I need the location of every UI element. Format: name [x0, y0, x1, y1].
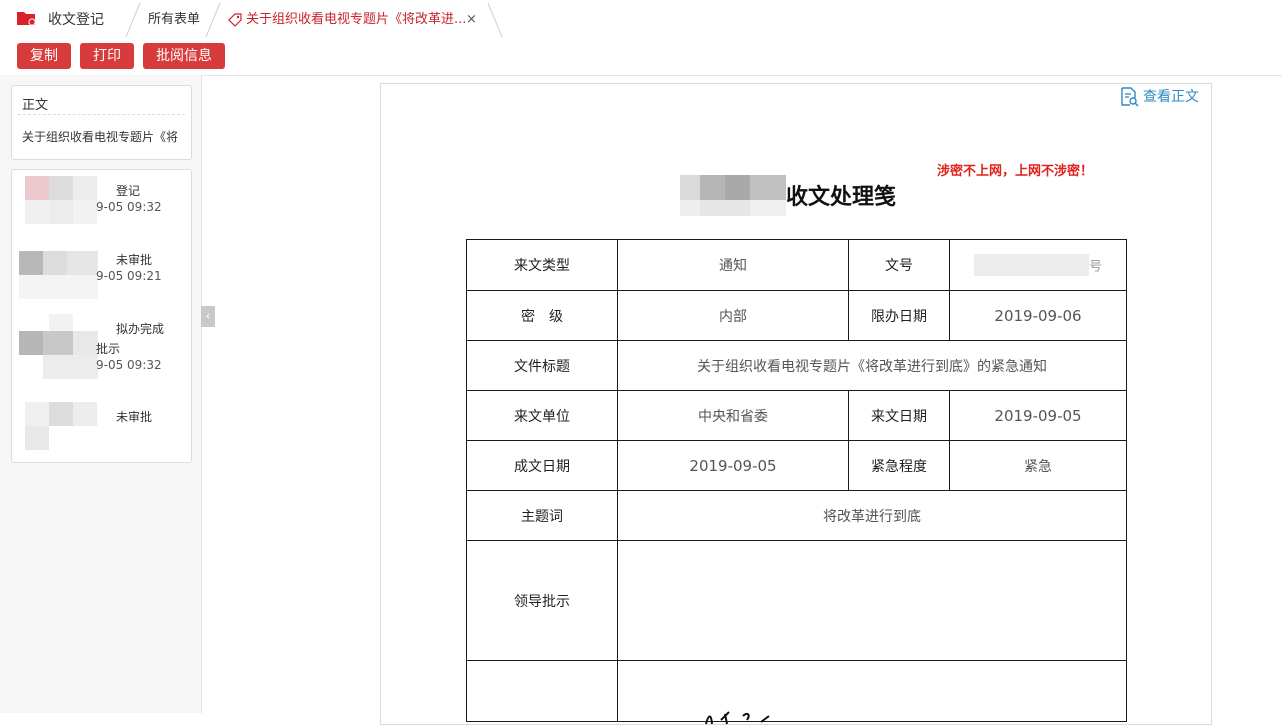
app-tab[interactable]: 收文登记 — [0, 0, 132, 37]
field-value: 关于组织收看电视专题片《将改革进行到底》的紧急通知 — [617, 340, 1127, 391]
divider — [18, 114, 185, 115]
document-number-value: 号 — [949, 239, 1127, 291]
document-page: 查看正文 涉密不上网，上网不涉密！ 收文处理笺 来文类型 通知 文号 号 密 级… — [380, 83, 1212, 725]
workflow-time: 9-05 09:21 — [96, 269, 162, 283]
table-row: 密 级 内部 限办日期 2019-09-06 — [466, 290, 1127, 341]
field-label: 来文类型 — [466, 239, 618, 291]
workflow-status: 拟办完成 — [116, 322, 165, 336]
handwritten-signature — [705, 711, 770, 725]
workflow-time: 9-05 09:32 — [96, 358, 162, 372]
field-value: 将改革进行到底 — [617, 490, 1127, 541]
tab-all-forms[interactable]: 所有表单 — [148, 4, 200, 36]
field-label: 来文日期 — [848, 390, 950, 441]
view-body-link[interactable]: 查看正文 — [1119, 86, 1199, 107]
field-value: 通知 — [617, 239, 849, 291]
close-tab-icon[interactable]: × — [466, 4, 477, 36]
field-label: 领导批示 — [466, 540, 618, 661]
folder-icon — [17, 12, 36, 26]
avatar — [19, 176, 98, 224]
workflow-status: 未审批 — [116, 253, 153, 267]
field-value: 中央和省委 — [617, 390, 849, 441]
tab-separator — [487, 2, 503, 37]
body-card: 正文 关于组织收看电视专题片《将 — [11, 85, 192, 160]
table-row: 成文日期 2019-09-05 紧急程度 紧急 — [466, 440, 1127, 491]
workflow-card: 登记 9-05 09:32 未审批 9-05 09:21 拟办完成 批示 9-0… — [11, 169, 192, 463]
document-number-suffix: 号 — [1088, 259, 1102, 275]
tab-current-document-label: 关于组织收看电视专题片《将改革进... — [246, 12, 467, 27]
table-row: 来文类型 通知 文号 号 — [466, 239, 1127, 291]
field-label: 文号 — [848, 239, 950, 291]
field-label: 密 级 — [466, 290, 618, 341]
workflow-item[interactable]: 未审批 9-05 09:21 — [12, 239, 191, 309]
left-panel: 正文 关于组织收看电视专题片《将 登记 9-05 09:32 未审批 9-05 … — [0, 75, 202, 713]
table-row: 主题词 将改革进行到底 — [466, 490, 1127, 541]
field-label — [466, 660, 618, 722]
workflow-time: 9-05 09:32 — [96, 200, 162, 214]
field-label: 主题词 — [466, 490, 618, 541]
tab-bar: 收文登记 所有表单 关于组织收看电视专题片《将改革进... × — [0, 0, 1282, 38]
field-label: 来文单位 — [466, 390, 618, 441]
field-value: 2019-09-05 — [617, 440, 849, 491]
organization-name-redacted — [680, 175, 786, 216]
redacted-block — [973, 254, 1089, 276]
body-card-heading: 正文 — [22, 98, 49, 113]
workflow-item[interactable]: 拟办完成 批示 9-05 09:32 — [12, 308, 191, 388]
workflow-status: 未审批 — [116, 410, 153, 424]
field-value: 紧急 — [949, 440, 1127, 491]
copy-button[interactable]: 复制 — [17, 43, 71, 69]
field-label: 紧急程度 — [848, 440, 950, 491]
field-value — [617, 660, 1127, 722]
app-title: 收文登记 — [48, 12, 104, 28]
workflow-item[interactable]: 登记 9-05 09:32 — [12, 170, 191, 240]
field-label: 成文日期 — [466, 440, 618, 491]
processing-form-table: 来文类型 通知 文号 号 密 级 内部 限办日期 2019-09-06 文件标题… — [466, 239, 1127, 722]
tag-icon — [228, 12, 242, 27]
field-label: 限办日期 — [848, 290, 950, 341]
workflow-item[interactable]: 未审批 — [12, 396, 191, 466]
view-body-label: 查看正文 — [1143, 89, 1199, 105]
tab-separator — [205, 2, 221, 37]
document-search-icon — [1121, 87, 1139, 107]
leader-instruction-field[interactable] — [617, 540, 1127, 661]
tab-separator — [125, 2, 141, 37]
document-link[interactable]: 关于组织收看电视专题片《将 — [22, 128, 182, 145]
workflow-status: 登记 — [116, 184, 141, 198]
review-info-button[interactable]: 批阅信息 — [143, 43, 225, 69]
table-row: 来文单位 中央和省委 来文日期 2019-09-05 — [466, 390, 1127, 441]
collapse-panel-button[interactable]: ‹ — [201, 306, 215, 327]
avatar — [19, 314, 98, 379]
avatar — [19, 402, 98, 450]
field-value: 2019-09-05 — [949, 390, 1127, 441]
table-row: 文件标题 关于组织收看电视专题片《将改革进行到底》的紧急通知 — [466, 340, 1127, 391]
field-label: 文件标题 — [466, 340, 618, 391]
avatar — [19, 245, 98, 299]
print-button[interactable]: 打印 — [80, 43, 134, 69]
document-title: 收文处理笺 — [786, 185, 897, 210]
security-notice: 涉密不上网，上网不涉密！ — [937, 164, 1094, 179]
toolbar: 复制 打印 批阅信息 — [0, 37, 1282, 76]
table-row: 领导批示 — [466, 540, 1127, 661]
tab-current-document[interactable]: 关于组织收看电视专题片《将改革进... — [228, 4, 466, 36]
workflow-note: 批示 — [96, 342, 121, 356]
field-value: 2019-09-06 — [949, 290, 1127, 341]
field-value: 内部 — [617, 290, 849, 341]
